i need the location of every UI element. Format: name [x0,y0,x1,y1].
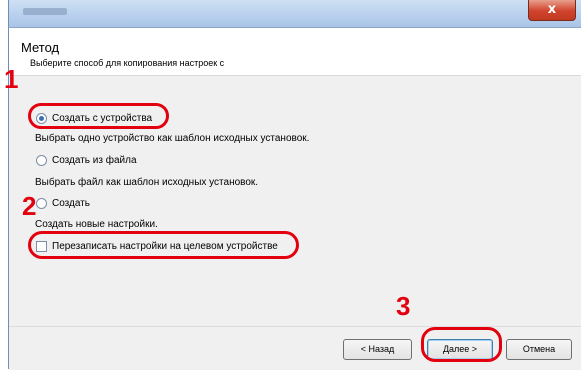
dialog-window: x Метод Выберите способ для копирования … [0,0,581,370]
title-bar: x [8,0,581,28]
close-icon: x [547,2,557,17]
radio-button[interactable] [36,155,47,166]
highlight-next-button [421,327,502,362]
cancel-button[interactable]: Отмена [506,339,572,360]
back-button[interactable]: < Назад [343,339,412,360]
step-number-1: 1 [4,64,19,94]
radio-button[interactable] [36,198,47,209]
page-title: Метод [21,40,60,55]
window-title-redacted [23,8,67,15]
radio-create-new[interactable]: Создать [36,198,90,209]
close-button[interactable]: x [528,0,576,21]
highlight-overwrite-checkbox [28,231,299,259]
radio-label: Создать [52,198,91,209]
option-description: Выбрать одно устройство как шаблон исход… [35,133,310,144]
step-number-3: 3 [396,291,411,321]
option-description: Выбрать файл как шаблон исходных установ… [35,177,259,188]
wizard-header: Метод Выберите способ для копирования на… [9,28,581,76]
highlight-create-from-device [28,103,169,129]
radio-create-from-file[interactable]: Создать из файла [36,155,137,166]
step-number-2: 2 [22,191,37,221]
option-description: Создать новые настройки. [35,219,158,230]
dialog-body: Метод Выберите способ для копирования на… [8,28,581,370]
radio-label: Создать из файла [52,155,137,166]
page-subtitle: Выберите способ для копирования настроек… [30,58,225,68]
